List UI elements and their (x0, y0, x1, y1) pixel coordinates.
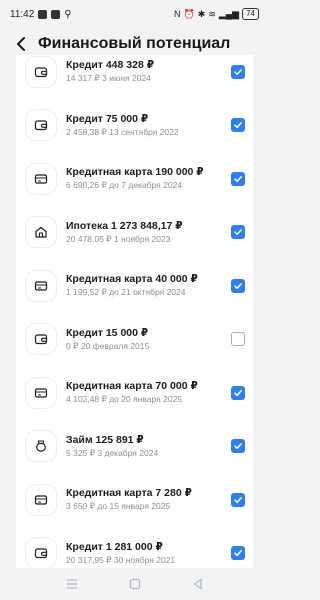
item-subtitle: 20 317,95 ₽ 30 ноября 2021 (66, 554, 176, 565)
item-subtitle: 2 458,38 ₽ 13 сентября 2022 (66, 126, 179, 137)
debt-list[interactable]: Кредит 448 328 ₽14 317 ₽ 3 июня 2024 Кред… (16, 55, 253, 568)
item-title: Кредит 448 328 ₽ (66, 59, 155, 72)
status-time: 11:42 (10, 8, 35, 20)
home-icon (129, 578, 140, 590)
house-icon (26, 217, 56, 248)
checkmark-icon (234, 175, 242, 182)
item-text: Кредитная карта 7 280 ₽3 650 ₽ до 15 янв… (66, 487, 231, 512)
checkmark-icon (234, 443, 242, 450)
back-nav-button[interactable] (190, 576, 206, 592)
wallet-icon (26, 324, 56, 355)
item-title: Кредитная карта 190 000 ₽ (66, 166, 204, 179)
item-title: Кредитная карта 7 280 ₽ (66, 487, 192, 500)
item-text: Ипотека 1 273 848,17 ₽20 478,05 ₽ 1 нояб… (66, 220, 231, 245)
search-status-icon: ⚲ (64, 8, 72, 20)
list-item[interactable]: Кредит 448 328 ₽14 317 ₽ 3 июня 2024 (16, 55, 253, 99)
list-item[interactable]: Кредитная карта 70 000 ₽4 102,48 ₽ до 20… (16, 366, 253, 420)
bluetooth-icon: ✱ (197, 8, 206, 19)
wallet-icon (26, 538, 56, 568)
list-item[interactable]: Займ 125 891 ₽5 325 ₽ 3 декабря 2024 (16, 420, 253, 474)
item-subtitle: 20 478,05 ₽ 1 ноября 2023 (66, 233, 171, 244)
item-subtitle: 14 317 ₽ 3 июня 2024 (66, 73, 151, 84)
item-title: Кредитная карта 70 000 ₽ (66, 380, 198, 393)
list-item[interactable]: Кредит 75 000 ₽2 458,38 ₽ 13 сентября 20… (16, 99, 253, 153)
checkmark-icon (234, 550, 242, 557)
checkmark-icon (234, 122, 242, 129)
item-title: Кредитная карта 40 000 ₽ (66, 273, 198, 286)
item-checkbox[interactable] (231, 225, 245, 240)
item-subtitle: 4 102,48 ₽ до 20 января 2025 (66, 394, 183, 405)
checkmark-icon (234, 68, 242, 75)
credit-card-icon (26, 377, 56, 408)
list-item[interactable]: Кредитная карта 40 000 ₽1 199,52 ₽ до 21… (16, 259, 253, 313)
item-subtitle: 0 ₽ 20 февраля 2015 (66, 340, 150, 351)
credit-card-icon (26, 163, 56, 194)
credit-card-icon (26, 484, 56, 515)
credit-card-icon (26, 270, 56, 301)
item-subtitle: 1 199,52 ₽ до 21 октября 2024 (66, 287, 186, 298)
back-button[interactable] (12, 32, 30, 56)
list-item[interactable]: Кредитная карта 7 280 ₽3 650 ₽ до 15 янв… (16, 473, 253, 527)
item-text: Кредит 1 281 000 ₽20 317,95 ₽ 30 ноября … (66, 541, 231, 566)
item-text: Займ 125 891 ₽5 325 ₽ 3 декабря 2024 (66, 434, 231, 459)
home-button[interactable] (127, 576, 143, 592)
item-text: Кредит 75 000 ₽2 458,38 ₽ 13 сентября 20… (66, 113, 231, 138)
debt-list-inner: Кредит 448 328 ₽14 317 ₽ 3 июня 2024 Кред… (16, 55, 253, 568)
signal-icon: ▂▄▆ (218, 8, 240, 19)
item-subtitle: 3 650 ₽ до 15 января 2025 (66, 501, 171, 512)
list-item[interactable]: Кредитная карта 190 000 ₽6 690,26 ₽ до 7… (16, 152, 253, 206)
item-subtitle: 6 690,26 ₽ до 7 декабря 2024 (66, 180, 183, 191)
item-title: Кредит 1 281 000 ₽ (66, 540, 163, 553)
wifi-icon: ≋ (208, 8, 216, 19)
list-item[interactable]: Ипотека 1 273 848,17 ₽20 478,05 ₽ 1 нояб… (16, 206, 253, 260)
item-text: Кредит 15 000 ₽0 ₽ 20 февраля 2015 (66, 327, 231, 352)
item-checkbox[interactable] (231, 278, 245, 293)
money-bag-icon (26, 431, 56, 462)
item-subtitle: 5 325 ₽ 3 декабря 2024 (66, 447, 159, 458)
list-item[interactable]: Кредит 15 000 ₽0 ₽ 20 февраля 2015 (16, 313, 253, 367)
checkmark-icon (234, 282, 242, 289)
checkmark-icon (234, 496, 242, 503)
item-title: Кредит 75 000 ₽ (66, 112, 149, 125)
item-checkbox[interactable] (231, 171, 245, 186)
item-checkbox[interactable] (231, 64, 245, 79)
item-checkbox[interactable] (231, 439, 245, 454)
alarm-icon: ⏰ (183, 8, 195, 19)
item-checkbox[interactable] (231, 118, 245, 133)
item-text: Кредит 448 328 ₽14 317 ₽ 3 июня 2024 (66, 59, 231, 84)
item-text: Кредитная карта 40 000 ₽1 199,52 ₽ до 21… (66, 273, 231, 298)
checkmark-icon (234, 389, 242, 396)
menu-button[interactable] (64, 576, 80, 592)
item-title: Займ 125 891 ₽ (66, 433, 144, 446)
item-title: Ипотека 1 273 848,17 ₽ (66, 219, 183, 232)
item-title: Кредит 15 000 ₽ (66, 326, 149, 339)
list-item[interactable]: Кредит 1 281 000 ₽20 317,95 ₽ 30 ноября … (16, 527, 253, 568)
menu-icon (66, 579, 77, 589)
item-checkbox[interactable] (231, 385, 245, 400)
item-text: Кредитная карта 70 000 ₽4 102,48 ₽ до 20… (66, 380, 231, 405)
item-checkbox[interactable] (231, 492, 245, 507)
back-arrow-icon (17, 37, 25, 51)
page-title: Финансовый потенциал (38, 35, 231, 52)
notification-icon (38, 9, 48, 19)
nfc-icon: N (174, 9, 181, 19)
wallet-icon (26, 110, 56, 141)
system-nav-bar (0, 568, 269, 600)
item-checkbox[interactable] (231, 546, 245, 561)
status-left: 11:42 ⚲ (10, 9, 72, 20)
app-notification-icon (51, 9, 61, 19)
item-text: Кредитная карта 190 000 ₽6 690,26 ₽ до 7… (66, 166, 231, 191)
status-bar: 11:42 ⚲ N ⏰ ✱ ≋ ▂▄▆ 74 (0, 0, 269, 28)
battery-indicator: 74 (242, 8, 259, 20)
status-right: N ⏰ ✱ ≋ ▂▄▆ 74 (174, 8, 259, 20)
back-triangle-icon (193, 578, 202, 590)
item-checkbox[interactable] (231, 332, 245, 347)
checkmark-icon (234, 229, 242, 236)
wallet-icon (26, 56, 56, 87)
